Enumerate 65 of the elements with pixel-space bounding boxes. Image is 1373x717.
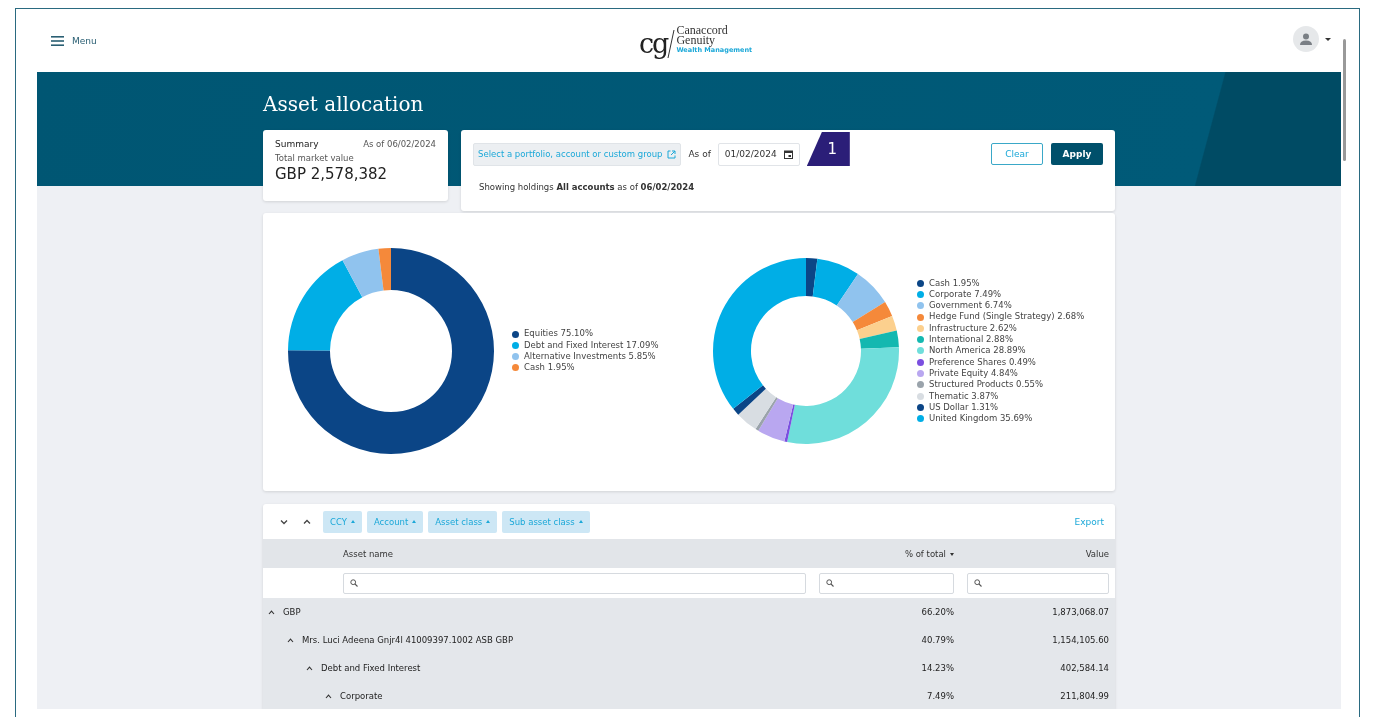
legend-label: Alternative Investments 5.85%	[524, 351, 656, 363]
table-row[interactable]: Mrs. Luci Adeena Gnjr4l 41009397.1002 ASB GBP 40.79% 1,154,105.60	[263, 626, 1115, 654]
caret-icon[interactable]	[306, 665, 313, 671]
table-row[interactable]: Corporate 7.49% 211,804.99	[263, 682, 1115, 709]
column-header[interactable]: % of total	[819, 548, 954, 559]
table-cell-text: 1,154,105.60	[1051, 635, 1109, 645]
page-title: Asset allocation	[263, 91, 425, 118]
legend-label: US Dollar 1.31%	[929, 401, 999, 414]
table-cell-text: 402,584.14	[1059, 663, 1109, 673]
table-cell-text: 66.20%	[920, 607, 954, 617]
caret-icon[interactable]	[268, 609, 275, 615]
legend-label: Cash 1.95%	[524, 362, 575, 374]
search-field[interactable]	[343, 572, 806, 594]
column-header: Asset name	[343, 548, 395, 559]
caret-icon[interactable]	[287, 637, 294, 643]
caret-icon[interactable]	[325, 693, 332, 699]
apply-button[interactable]: Apply	[1051, 143, 1103, 165]
table-cell-text: 7.49%	[926, 691, 954, 701]
date-field[interactable]: 01/02/2024	[717, 142, 800, 166]
calendar-icon	[783, 149, 793, 159]
search-icon	[974, 579, 982, 587]
total-value: GBP 2,578,382	[275, 165, 389, 183]
slash-icon	[667, 29, 676, 59]
table-cell-text: 14.23%	[920, 663, 954, 673]
legend-label: Hedge Fund (Single Strategy) 2.68%	[929, 311, 1085, 323]
search-field[interactable]	[819, 572, 954, 594]
legend-label: Government 6.74%	[929, 300, 1012, 312]
legend-label: Private Equity 4.84%	[929, 367, 1018, 380]
summary-title: Summary	[275, 139, 319, 149]
table-cell-text: 40.79%	[920, 635, 954, 645]
caret-icon[interactable]	[1325, 37, 1331, 41]
legend-label: Thematic 3.87%	[929, 390, 999, 402]
table-cell: GBP	[283, 607, 301, 617]
legend-label: Debt and Fixed Interest 17.09%	[524, 339, 659, 351]
table-cell: Debt and Fixed Interest	[321, 663, 421, 673]
legend-label: Infrastructure 2.62%	[929, 322, 1017, 335]
avatar-icon[interactable]	[1293, 26, 1319, 52]
menu-icon	[51, 35, 64, 46]
legend-label: North America 28.89%	[929, 345, 1026, 357]
legend-label: United Kingdom 35.69%	[929, 413, 1033, 425]
legend-label: Cash 1.95%	[929, 277, 980, 289]
total-label: Total market value	[275, 153, 355, 163]
table-cell-text: 1,873,068.07	[1051, 607, 1109, 617]
table-row[interactable]: Debt and Fixed Interest 14.23% 402,584.14	[263, 654, 1115, 682]
logo-text: Canaccord	[676, 25, 729, 35]
search-icon	[350, 579, 358, 587]
column-header: Value	[1084, 548, 1109, 559]
external-link-icon	[667, 149, 677, 159]
table-cell: Mrs. Luci Adeena Gnjr4l 41009397.1002 ASB GBP	[302, 635, 514, 645]
search-icon	[826, 579, 834, 587]
table-cell-text: 211,804.99	[1059, 691, 1109, 701]
legend-label: International 2.88%	[929, 334, 1013, 346]
search-field[interactable]	[967, 572, 1109, 594]
step-marker: 1	[806, 132, 850, 166]
table-row[interactable]: GBP 66.20% 1,873,068.07	[263, 598, 1115, 626]
table-cell: Corporate	[340, 691, 383, 701]
holdings-status-text: Showing holdings All accounts as of 06/02/2024	[479, 182, 696, 192]
menu-button[interactable]: Menu	[49, 33, 99, 48]
legend-label: Structured Products 0.55%	[929, 379, 1044, 391]
legend-label: Corporate 7.49%	[929, 288, 1002, 301]
as-of-date: As of 06/02/2024	[363, 139, 436, 149]
legend-label: Equities 75.10%	[524, 328, 593, 340]
legend-label: Preference Shares 0.49%	[929, 356, 1036, 368]
logo-mark: cg	[639, 31, 668, 57]
as-of-label: As of	[688, 149, 711, 159]
